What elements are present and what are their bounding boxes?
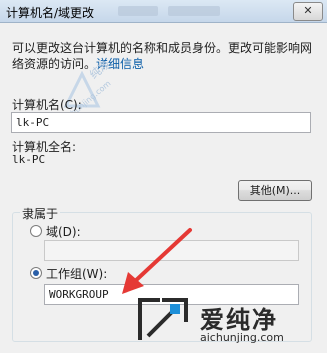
- workgroup-radio[interactable]: [30, 267, 42, 279]
- more-button[interactable]: 其他(M)...: [238, 180, 312, 201]
- computer-name-label: 计算机名(C):: [12, 98, 82, 112]
- full-name-value: lk-PC: [12, 153, 46, 166]
- close-icon: ✕: [303, 4, 313, 17]
- close-button[interactable]: ✕: [293, 2, 323, 21]
- red-arrow-icon: [122, 228, 192, 294]
- blurred-title-area: [118, 6, 158, 16]
- domain-label: 域(D):: [46, 225, 81, 239]
- title-bar: 计算机名/域更改 ✕: [0, 0, 327, 23]
- blurred-title-area: [168, 6, 220, 16]
- member-of-label: 隶属于: [20, 205, 61, 222]
- description-text: 可以更改这台计算机的名称和成员身份。更改可能影响网络资源的访问。: [12, 41, 313, 71]
- watermark-logo-icon: [138, 298, 188, 340]
- watermark-url: aichunjing.com: [200, 331, 284, 344]
- window-title: 计算机名/域更改: [6, 6, 95, 20]
- workgroup-label: 工作组(W):: [46, 267, 108, 281]
- watermark-text: 爱纯净: [200, 306, 278, 334]
- domain-radio[interactable]: [30, 225, 42, 237]
- description: 可以更改这台计算机的名称和成员身份。更改可能影响网络资源的访问。详细信息: [12, 40, 317, 72]
- computer-name-input[interactable]: lk-PC: [11, 112, 311, 133]
- watermark-logo: [132, 292, 194, 349]
